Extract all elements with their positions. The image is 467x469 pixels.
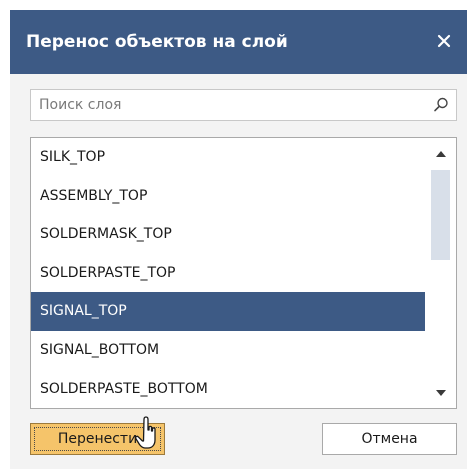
focus-ring	[34, 427, 161, 451]
scroll-thumb[interactable]	[431, 170, 450, 260]
layer-search-box	[30, 89, 457, 121]
cancel-button-label: Отмена	[361, 431, 418, 447]
layer-list-item[interactable]: SIGNAL_TOP	[31, 292, 425, 331]
layer-list-item[interactable]: SIGNAL_BOTTOM	[31, 331, 425, 370]
layer-search-input[interactable]	[31, 90, 421, 120]
dialog-title: Перенос объектов на слой	[26, 32, 288, 52]
layer-list-item[interactable]: ASSEMBLY_TOP	[31, 177, 425, 216]
scroll-down-button[interactable]	[425, 382, 456, 404]
layer-list-item[interactable]: SILK_TOP	[31, 138, 425, 177]
layer-list-box: SILK_TOP ASSEMBLY_TOP SOLDERMASK_TOP SOLDER…	[30, 137, 457, 409]
search-icon[interactable]	[432, 96, 450, 114]
dialog-titlebar: Перенос объектов на слой	[10, 10, 467, 74]
chevron-down-icon	[435, 389, 446, 396]
list-scrollbar[interactable]	[425, 138, 456, 408]
cancel-button[interactable]: Отмена	[322, 423, 457, 455]
layer-list: SILK_TOP ASSEMBLY_TOP SOLDERMASK_TOP SOLDER…	[31, 138, 425, 408]
layer-list-item[interactable]: SOLDERPASTE_TOP	[31, 254, 425, 293]
move-button[interactable]: Перенести	[30, 423, 165, 455]
move-to-layer-dialog: Перенос объектов на слой SILK_TOPASSEMBL…	[10, 10, 467, 469]
close-button[interactable]	[431, 28, 457, 54]
scroll-up-button[interactable]	[425, 142, 456, 164]
chevron-up-icon	[435, 150, 446, 157]
layer-list-item[interactable]: SOLDERPASTE_BOTTOM	[31, 370, 425, 408]
layer-list-item[interactable]: SOLDERMASK_TOP	[31, 215, 425, 254]
close-icon	[437, 34, 451, 48]
